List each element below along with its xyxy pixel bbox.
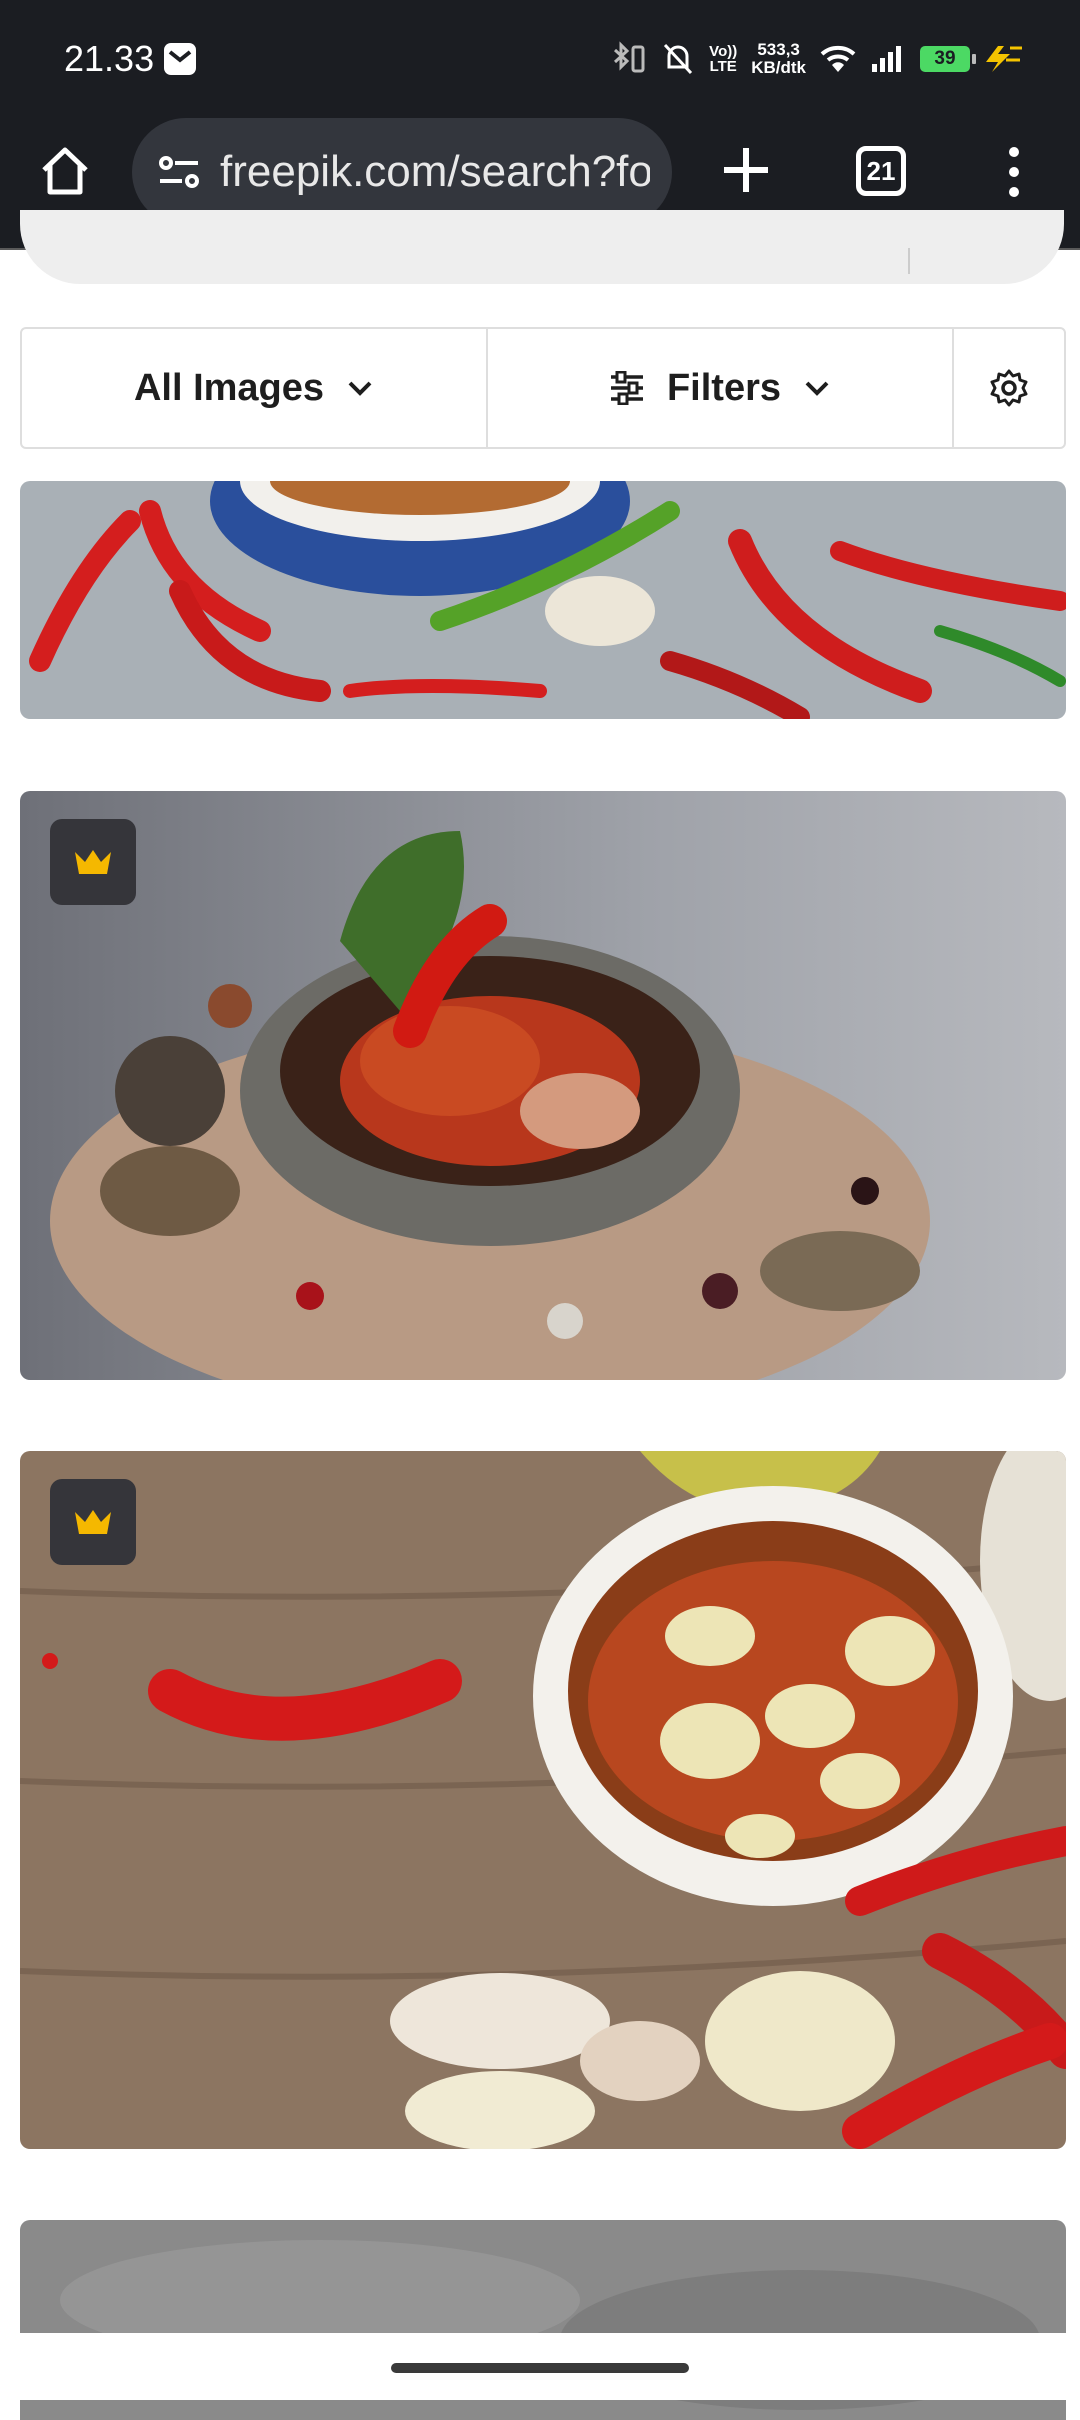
- wifi-icon: [820, 45, 856, 72]
- home-icon[interactable]: [36, 142, 94, 200]
- image-result-2[interactable]: [20, 791, 1066, 1380]
- mute-icon: [664, 43, 693, 75]
- status-icons: Vo)) LTE 533,3 KB/dtk 39: [609, 36, 1024, 82]
- lte-badge: Vo)) LTE: [709, 43, 738, 75]
- sliders-icon: [610, 371, 643, 405]
- home-indicator[interactable]: [391, 2363, 689, 2373]
- tab-switcher-button[interactable]: 21: [856, 146, 906, 196]
- gear-icon: [990, 369, 1028, 407]
- chevron-down-icon: [348, 381, 372, 396]
- more-options-icon[interactable]: [1000, 142, 1028, 202]
- all-images-dropdown[interactable]: All Images: [22, 329, 488, 447]
- bluetooth-icon: [614, 41, 645, 73]
- chili-sauce-photo: [20, 1451, 1066, 2149]
- url-text[interactable]: freepik.com/search?format: [220, 147, 650, 197]
- filters-dropdown[interactable]: Filters: [488, 329, 954, 447]
- premium-badge: [50, 1479, 136, 1565]
- new-tab-icon[interactable]: [716, 140, 776, 200]
- settings-button[interactable]: [954, 329, 1064, 447]
- filters-label: Filters: [666, 366, 782, 409]
- chevron-down-icon: [805, 381, 829, 396]
- all-images-label: All Images: [133, 366, 325, 409]
- search-divider: [908, 248, 910, 274]
- charging-icon: [986, 46, 1022, 72]
- status-bar: 21.33 Vo)) LTE 533,3 KB/dtk 39: [0, 0, 1080, 118]
- gmail-notification-icon: [164, 43, 196, 75]
- chili-photo: [20, 481, 1066, 719]
- signal-icon: [872, 46, 901, 72]
- crown-icon: [75, 1510, 111, 1534]
- crown-icon: [75, 850, 111, 874]
- sambal-photo: [20, 791, 1066, 1380]
- premium-badge: [50, 819, 136, 905]
- image-result-3[interactable]: [20, 1451, 1066, 2149]
- image-result-1[interactable]: [20, 481, 1066, 719]
- net-speed: 533,3 KB/dtk: [751, 40, 806, 77]
- status-time: 21.33: [64, 38, 155, 79]
- site-settings-icon[interactable]: [154, 146, 206, 198]
- filter-row: All Images Filters: [20, 327, 1066, 449]
- search-bar[interactable]: [20, 210, 1064, 284]
- gesture-nav-bar: [0, 2333, 1080, 2400]
- battery-indicator: 39: [920, 46, 976, 72]
